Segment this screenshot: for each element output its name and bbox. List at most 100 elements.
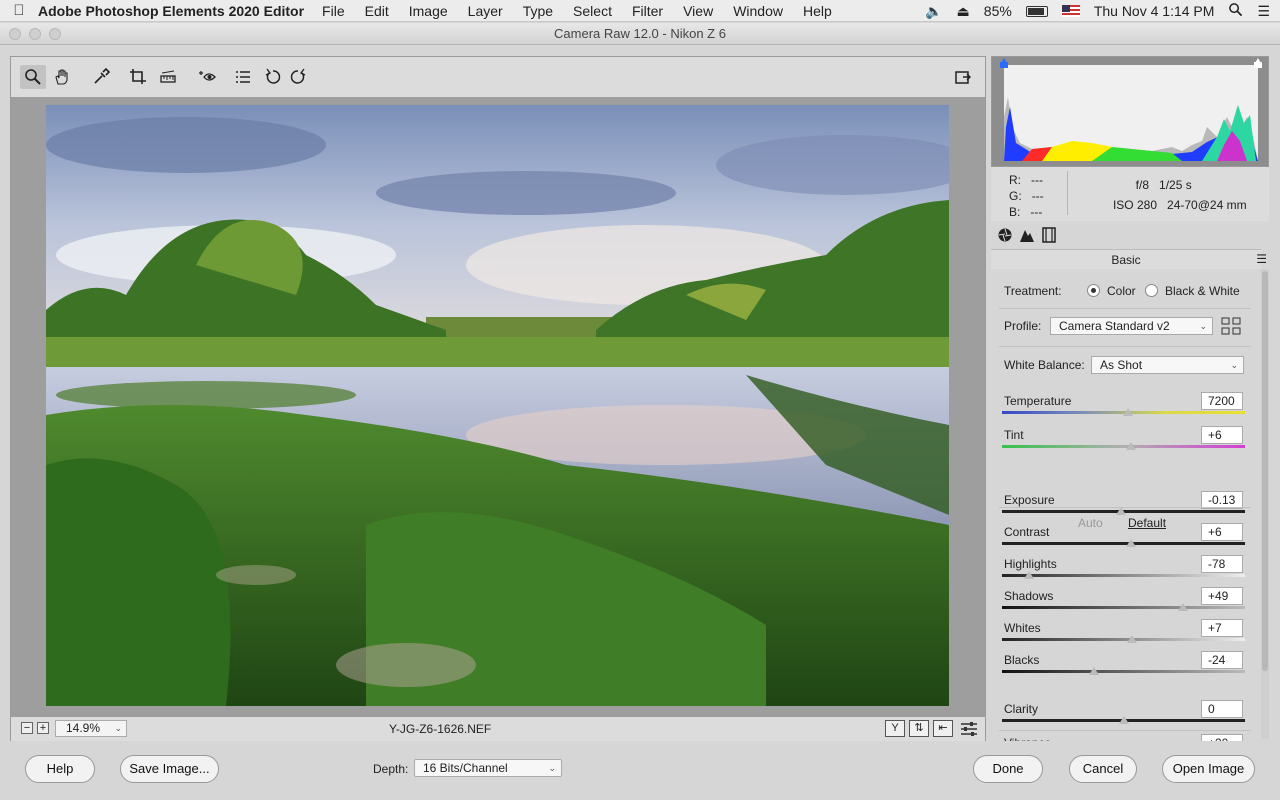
preview-canvas[interactable] bbox=[11, 97, 985, 717]
tint-slider-thumb[interactable] bbox=[1125, 442, 1136, 450]
temperature-slider-thumb[interactable] bbox=[1123, 408, 1134, 416]
menu-select[interactable]: Select bbox=[573, 3, 612, 19]
cancel-button[interactable]: Cancel bbox=[1069, 755, 1137, 783]
done-button[interactable]: Done bbox=[973, 755, 1043, 783]
blacks-slider-thumb[interactable] bbox=[1089, 667, 1100, 675]
menu-filter[interactable]: Filter bbox=[632, 3, 663, 19]
pixel-readout: R: --- G: --- B: --- f/8 1/25 s ISO 280 … bbox=[991, 167, 1269, 221]
battery-percent[interactable]: 85% bbox=[984, 3, 1012, 19]
zoom-in-button[interactable]: + bbox=[37, 722, 49, 734]
panel-menu-icon[interactable]: ☰ bbox=[1256, 252, 1267, 266]
shadows-value-field[interactable]: +49 bbox=[1201, 587, 1243, 605]
menu-image[interactable]: Image bbox=[409, 3, 448, 19]
toggle-settings-icon[interactable] bbox=[960, 721, 978, 740]
profile-browser-grid-icon[interactable] bbox=[1221, 317, 1241, 338]
photo-preview[interactable] bbox=[46, 105, 949, 706]
notification-center-icon[interactable]: ☰ bbox=[1257, 3, 1270, 20]
rotate-left-icon[interactable] bbox=[260, 65, 286, 89]
tint-label: Tint bbox=[1004, 428, 1024, 442]
depth-label: Depth: bbox=[373, 762, 409, 776]
chevron-down-icon: ⌄ bbox=[548, 763, 556, 773]
menubar-clock[interactable]: Thu Nov 4 1:14 PM bbox=[1094, 3, 1215, 19]
basic-tab-aperture-icon[interactable] bbox=[995, 227, 1015, 245]
contrast-slider-thumb[interactable] bbox=[1125, 539, 1136, 547]
exif-iso: ISO 280 bbox=[1112, 198, 1157, 212]
treatment-bw-radio[interactable] bbox=[1145, 284, 1158, 297]
save-image-button[interactable]: Save Image... bbox=[120, 755, 219, 783]
menu-help[interactable]: Help bbox=[803, 3, 832, 19]
menu-window[interactable]: Window bbox=[733, 3, 783, 19]
profile-value: Camera Standard v2 bbox=[1059, 319, 1170, 333]
swap-before-after-icon[interactable]: ⇅ bbox=[909, 720, 929, 737]
shadows-slider-thumb[interactable] bbox=[1178, 603, 1189, 611]
menu-file[interactable]: File bbox=[322, 3, 345, 19]
calibration-tab-film-icon[interactable] bbox=[1039, 227, 1059, 245]
temperature-value-field[interactable]: 7200 bbox=[1201, 392, 1243, 410]
contrast-value-field[interactable]: +6 bbox=[1201, 523, 1243, 541]
contrast-slider-track[interactable] bbox=[1002, 542, 1245, 545]
red-eye-removal-tool-icon[interactable] bbox=[194, 65, 220, 89]
whites-slider-thumb[interactable] bbox=[1127, 635, 1137, 643]
clarity-slider-thumb[interactable] bbox=[1118, 716, 1129, 724]
white-balance-select[interactable]: As Shot ⌄ bbox=[1091, 356, 1244, 374]
treatment-color-label[interactable]: Color bbox=[1107, 284, 1136, 298]
zoom-tool-icon[interactable] bbox=[20, 65, 46, 89]
toggle-fullscreen-icon[interactable] bbox=[950, 65, 976, 89]
highlights-slider-thumb[interactable] bbox=[1023, 571, 1034, 579]
input-source-flag-icon[interactable] bbox=[1061, 5, 1080, 17]
crop-tool-icon[interactable] bbox=[125, 65, 151, 89]
menu-layer[interactable]: Layer bbox=[468, 3, 503, 19]
zoom-level-select[interactable]: 14.9% ⌄ bbox=[55, 720, 127, 737]
close-window-button[interactable] bbox=[9, 28, 21, 40]
spotlight-search-icon[interactable] bbox=[1228, 2, 1243, 20]
menu-edit[interactable]: Edit bbox=[365, 3, 389, 19]
shadows-slider-track[interactable] bbox=[1002, 606, 1245, 609]
panel-scroll-thumb[interactable] bbox=[1262, 271, 1268, 671]
whites-value-field[interactable]: +7 bbox=[1201, 619, 1243, 637]
preferences-list-icon[interactable] bbox=[230, 65, 256, 89]
straighten-tool-icon[interactable] bbox=[155, 65, 181, 89]
treatment-color-radio[interactable] bbox=[1087, 284, 1100, 297]
hand-tool-icon[interactable] bbox=[49, 65, 75, 89]
treatment-label: Treatment: bbox=[1004, 284, 1062, 298]
volume-icon[interactable]: 🔈 bbox=[925, 3, 942, 20]
white-balance-tool-icon[interactable] bbox=[88, 65, 114, 89]
treatment-bw-label[interactable]: Black & White bbox=[1165, 284, 1240, 298]
default-button[interactable]: Default bbox=[1128, 516, 1166, 530]
camera-raw-window: Camera Raw 12.0 - Nikon Z 6 − + 14.9% ⌄ … bbox=[0, 23, 1280, 800]
apple-menu-icon[interactable]:  bbox=[0, 2, 38, 19]
minimize-window-button[interactable] bbox=[29, 28, 41, 40]
before-after-view-button[interactable]: Y bbox=[885, 720, 905, 737]
zoom-out-button[interactable]: − bbox=[21, 722, 33, 734]
blacks-label: Blacks bbox=[1004, 653, 1040, 667]
exif-info: f/8 1/25 s ISO 280 24-70@24 mm bbox=[1101, 175, 1247, 215]
tint-slider-track[interactable] bbox=[1002, 445, 1245, 448]
open-image-button[interactable]: Open Image bbox=[1162, 755, 1255, 783]
blacks-value-field[interactable]: -24 bbox=[1201, 651, 1243, 669]
depth-value: 16 Bits/Channel bbox=[423, 761, 508, 775]
clarity-label: Clarity bbox=[1004, 702, 1039, 716]
highlights-value-field[interactable]: -78 bbox=[1201, 555, 1243, 573]
app-name-menu[interactable]: Adobe Photoshop Elements 2020 Editor bbox=[38, 3, 304, 19]
depth-select[interactable]: 16 Bits/Channel ⌄ bbox=[414, 759, 562, 777]
help-button[interactable]: Help bbox=[25, 755, 95, 783]
clarity-value-field[interactable]: 0 bbox=[1201, 700, 1243, 718]
highlights-slider-track[interactable] bbox=[1002, 574, 1245, 577]
detail-tab-mountain-icon[interactable] bbox=[1017, 227, 1037, 245]
whites-slider-track[interactable] bbox=[1002, 638, 1245, 641]
panel-scrollbar[interactable] bbox=[1261, 269, 1269, 739]
exposure-slider-thumb[interactable] bbox=[1116, 507, 1127, 515]
profile-select[interactable]: Camera Standard v2 ⌄ bbox=[1050, 317, 1213, 335]
copy-after-to-before-icon[interactable]: ⇤ bbox=[933, 720, 953, 737]
rotate-right-icon[interactable] bbox=[285, 65, 311, 89]
auto-button[interactable]: Auto bbox=[1078, 516, 1103, 530]
tint-value-field[interactable]: +6 bbox=[1201, 426, 1243, 444]
vibrance-value-field[interactable]: +20 bbox=[1201, 734, 1243, 741]
eject-icon[interactable]: ⏏ bbox=[957, 3, 970, 20]
menu-view[interactable]: View bbox=[683, 3, 713, 19]
menu-type[interactable]: Type bbox=[523, 3, 553, 19]
battery-icon[interactable] bbox=[1025, 5, 1048, 17]
blacks-slider-track[interactable] bbox=[1002, 670, 1245, 673]
zoom-window-button[interactable] bbox=[49, 28, 61, 40]
file-name: Y-JG-Z6-1626.NEF bbox=[389, 722, 492, 736]
